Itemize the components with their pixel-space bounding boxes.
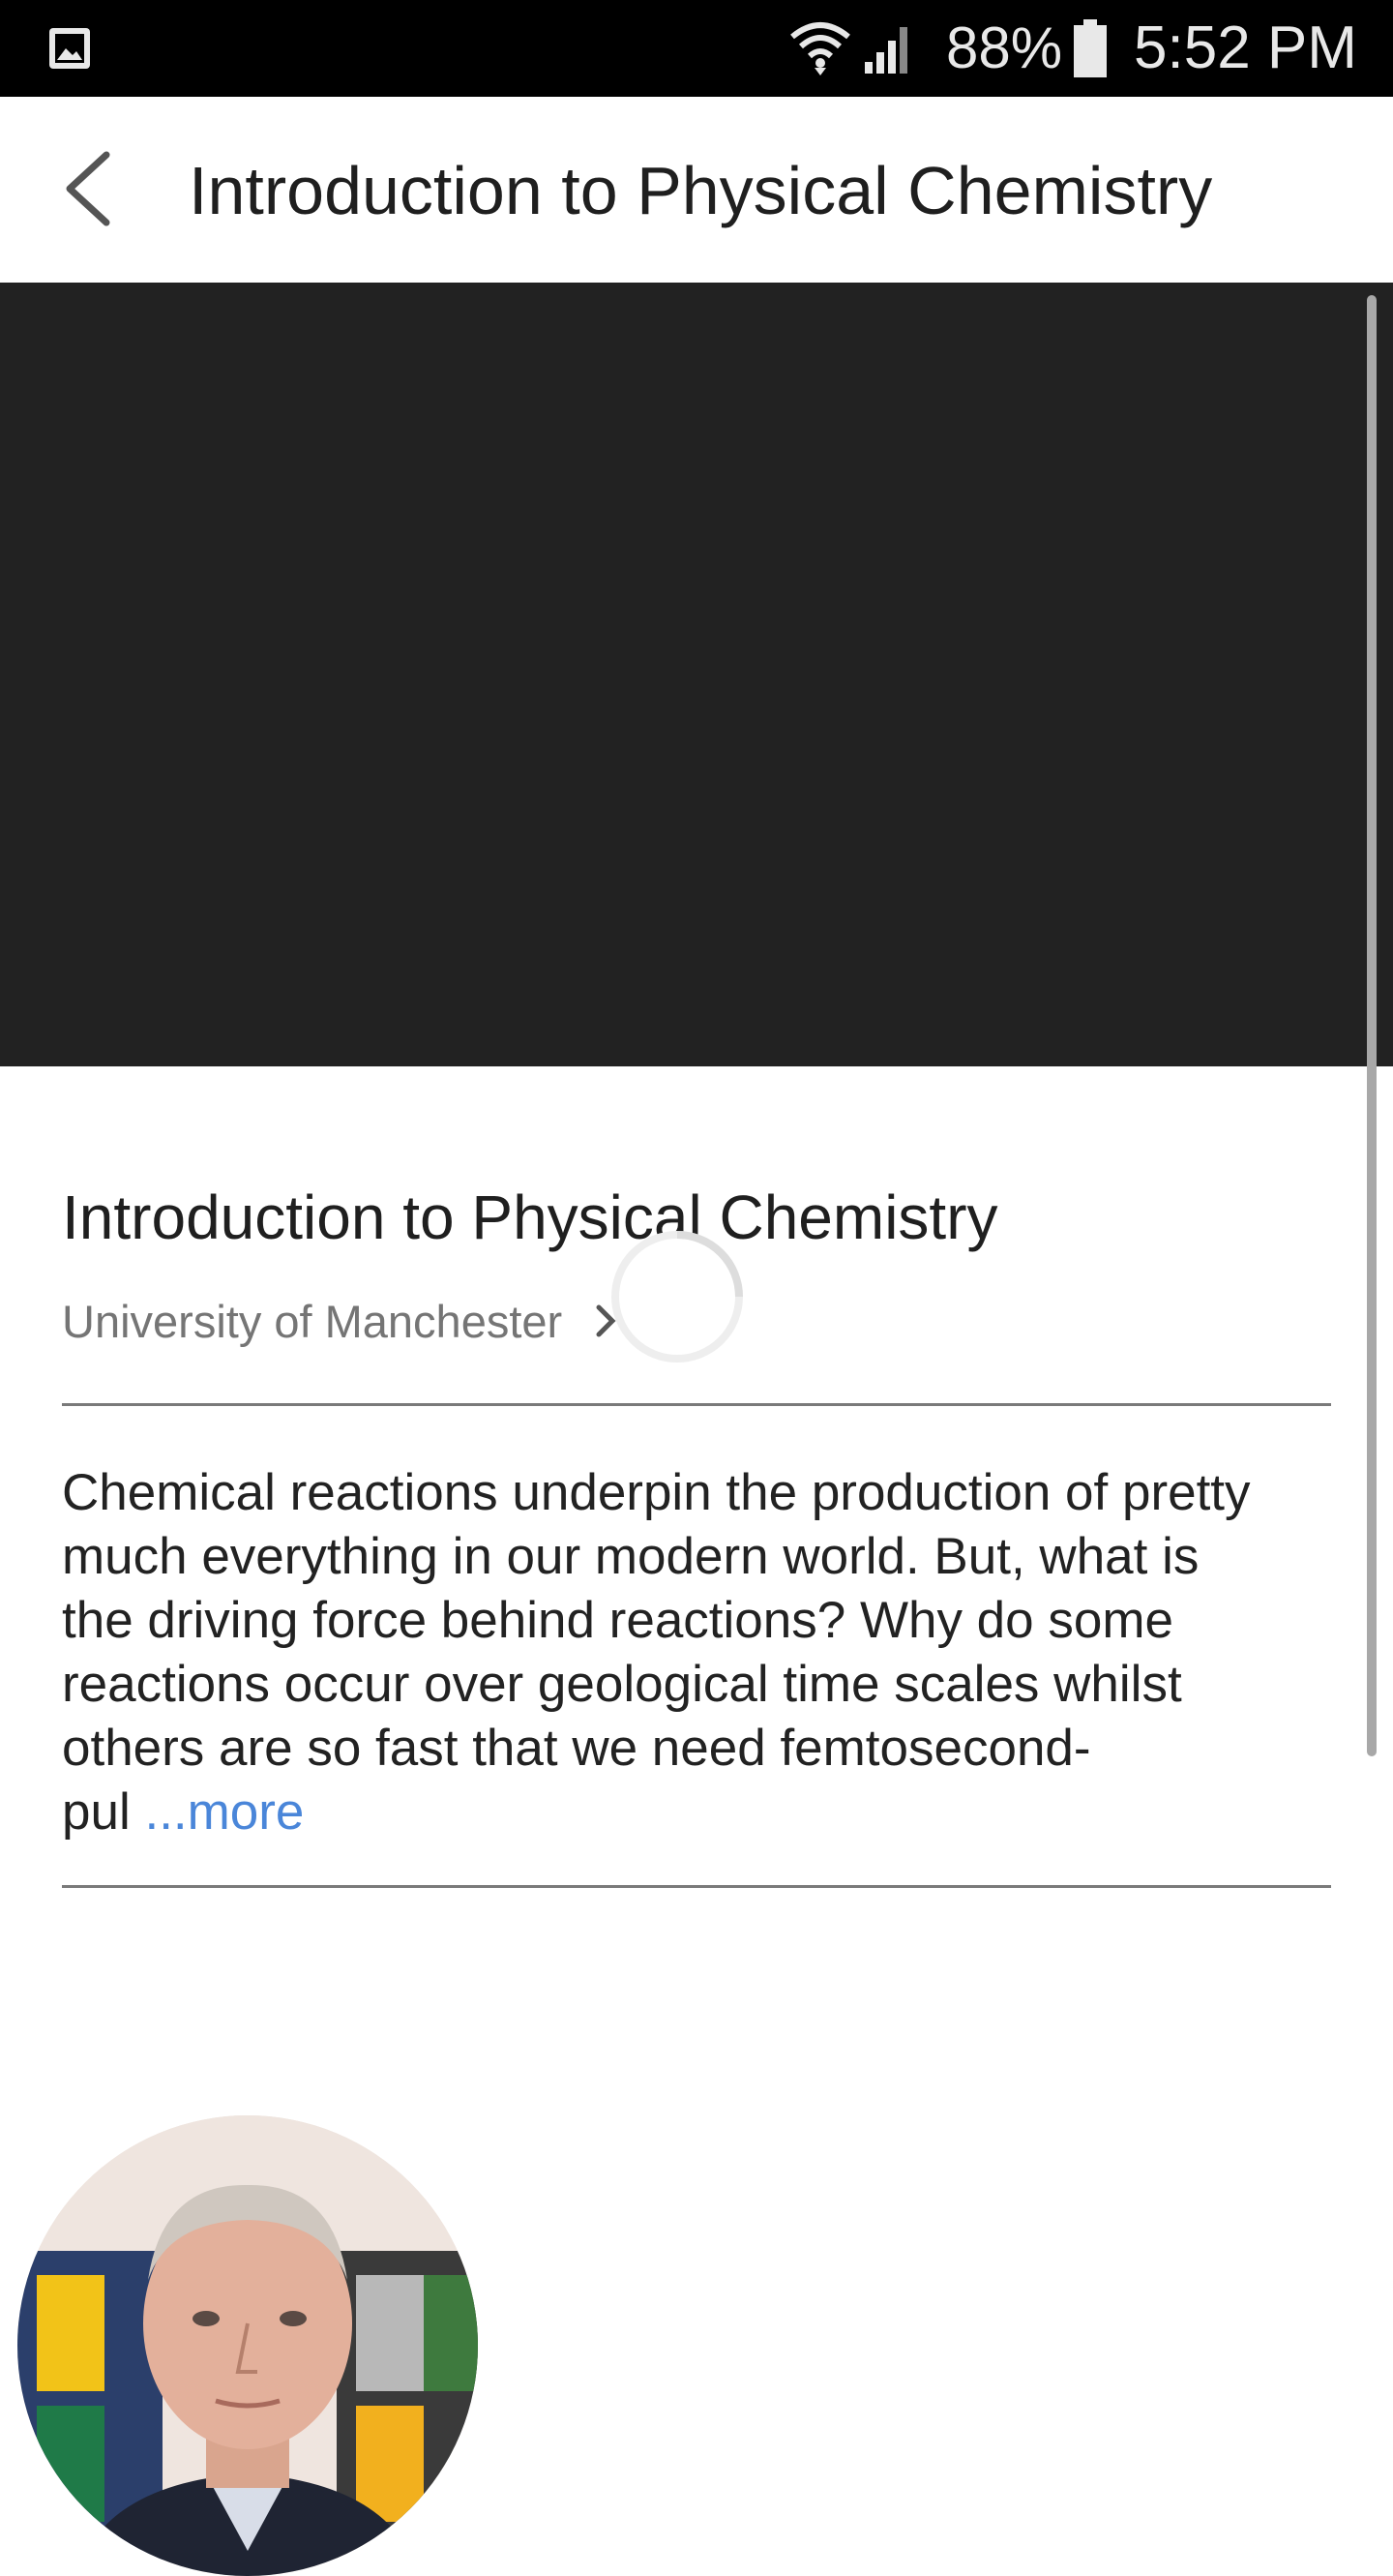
divider: [62, 1885, 1331, 1888]
scrollbar[interactable]: [1367, 295, 1377, 1756]
description-last-line: pul ...more: [62, 1781, 1339, 1844]
app-bar: Introduction to Physical Chemistry: [0, 97, 1393, 283]
description-line: the driving force behind reactions? Why …: [62, 1592, 1173, 1649]
chevron-left-icon: [66, 151, 110, 226]
instructor-photo: [17, 2115, 478, 2576]
status-bar: 88% 5:52 PM: [0, 0, 1393, 97]
university-name: University of Manchester: [62, 1295, 563, 1347]
back-button[interactable]: [39, 135, 145, 242]
signal-icon: [865, 27, 907, 74]
gallery-icon: [49, 28, 90, 69]
page-title: Introduction to Physical Chemistry: [189, 153, 1213, 228]
description-line: reactions occur over geological time sca…: [62, 1656, 1182, 1713]
divider: [62, 1403, 1331, 1406]
instructor-avatar[interactable]: [17, 2115, 478, 2576]
loading-spinner-icon: [611, 1231, 743, 1363]
wifi-icon: [790, 22, 850, 75]
university-link[interactable]: University of Manchester: [62, 1287, 620, 1355]
more-link[interactable]: ...more: [144, 1783, 304, 1841]
clock: 5:52 PM: [1134, 15, 1357, 81]
course-description: Chemical reactions underpin the producti…: [62, 1461, 1339, 1844]
description-line: pul: [62, 1783, 131, 1841]
description-line: others are so fast that we need femtosec…: [62, 1720, 1091, 1777]
description-line: much everything in our modern world. But…: [62, 1528, 1200, 1585]
battery-percentage: 88%: [946, 15, 1063, 80]
video-player[interactable]: [0, 283, 1393, 1066]
battery-icon: [1074, 19, 1107, 77]
description-line: Chemical reactions underpin the producti…: [62, 1464, 1251, 1521]
course-title: Introduction to Physical Chemistry: [62, 1183, 998, 1252]
